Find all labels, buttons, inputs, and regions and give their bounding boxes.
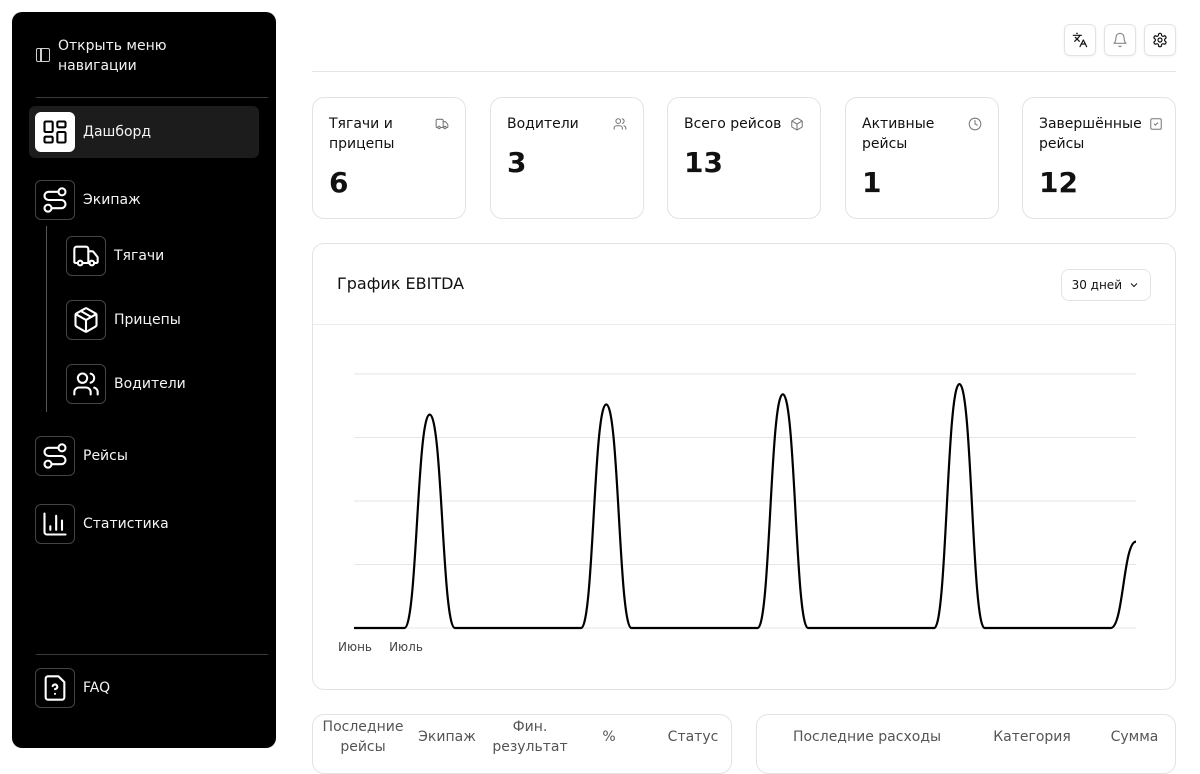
stat-title: Тягачи и прицепы	[329, 116, 395, 152]
stat-value: 3	[507, 146, 527, 179]
stat-value: 1	[862, 166, 882, 199]
file-question-icon	[35, 668, 75, 708]
sidebar-item-label: Статистика	[83, 516, 169, 532]
ebitda-chart-card: График EBITDA 30 дней Июнь Июль	[312, 243, 1176, 690]
range-select-label: 30 дней	[1071, 278, 1122, 292]
sidebar-item-trailers[interactable]: Прицепы	[66, 300, 181, 340]
bell-icon	[1112, 32, 1128, 48]
open-nav-label: Открыть меню навигации	[58, 38, 167, 74]
stat-value: 12	[1039, 166, 1078, 199]
check-square-icon	[1149, 116, 1163, 130]
translate-icon	[1072, 32, 1088, 48]
stat-title: Всего рейсов	[684, 116, 782, 132]
stat-card-completed-trips: Завершённые рейсы 12	[1022, 97, 1176, 219]
ebitda-chart: Июнь Июль	[338, 373, 1137, 654]
sidebar-divider-bottom	[36, 654, 268, 655]
sidebar-item-label: Дашборд	[83, 124, 152, 140]
column-header: Статус	[667, 729, 719, 745]
settings-button[interactable]	[1144, 24, 1176, 56]
column-header: Последние рейсы	[322, 719, 404, 755]
open-nav-toggle[interactable]: Открыть меню навигации	[36, 36, 198, 76]
sidebar-item-label: Прицепы	[114, 312, 181, 328]
sidebar-item-faq[interactable]: FAQ	[35, 668, 110, 708]
stat-title: Завершённые рейсы	[1039, 116, 1142, 152]
truck-icon	[435, 116, 449, 130]
route-icon	[35, 436, 75, 476]
sidebar-item-label: Водители	[114, 376, 186, 392]
stat-value: 6	[329, 166, 349, 199]
clock-icon	[968, 116, 982, 131]
sidebar-item-crew[interactable]: Экипаж	[35, 180, 141, 220]
range-select[interactable]: 30 дней	[1060, 269, 1151, 301]
chevron-down-icon	[1128, 279, 1140, 291]
stat-title: Водители	[507, 116, 579, 132]
stat-title: Активные рейсы	[862, 116, 935, 152]
sidebar-item-trucks[interactable]: Тягачи	[66, 236, 164, 276]
bar-chart-icon	[35, 504, 75, 544]
sidebar-item-trips[interactable]: Рейсы	[35, 436, 128, 476]
translate-button[interactable]	[1064, 24, 1096, 56]
gear-icon	[1152, 32, 1168, 48]
sidebar: Открыть меню навигации Дашборд Экипаж Тя…	[12, 12, 276, 748]
stat-value: 13	[684, 146, 723, 179]
dashboard-icon	[35, 112, 75, 152]
column-header: Последние расходы	[792, 729, 942, 745]
truck-icon	[66, 236, 106, 276]
stat-card-active-trips: Активные рейсы 1	[845, 97, 999, 219]
x-tick-label: Июнь	[338, 640, 372, 654]
column-header: Фин. результат	[492, 719, 568, 755]
users-icon	[613, 116, 627, 130]
column-header: Категория	[993, 729, 1071, 745]
sidebar-item-dashboard[interactable]: Дашборд	[29, 106, 259, 158]
sidebar-toggle-icon	[36, 48, 50, 62]
sidebar-item-label: Экипаж	[83, 192, 141, 208]
column-header: %	[602, 729, 616, 745]
sidebar-item-drivers[interactable]: Водители	[66, 364, 186, 404]
package-icon	[66, 300, 106, 340]
top-bar	[312, 24, 1176, 72]
stat-card-drivers: Водители 3	[490, 97, 644, 219]
column-header: Экипаж	[418, 729, 476, 745]
notifications-button[interactable]	[1104, 24, 1136, 56]
chart-title: График EBITDA	[337, 274, 465, 293]
users-icon	[66, 364, 106, 404]
sidebar-item-label: Рейсы	[83, 448, 128, 464]
submenu-line	[46, 226, 47, 412]
series-line	[354, 383, 1137, 630]
sidebar-item-statistics[interactable]: Статистика	[35, 504, 169, 544]
stat-card-total-trips: Всего рейсов 13	[667, 97, 821, 219]
route-icon	[35, 180, 75, 220]
recent-trips-table: Последние рейсы Экипаж Фин. результат % …	[312, 714, 732, 774]
sidebar-item-label: Тягачи	[114, 248, 165, 264]
package-icon	[790, 116, 804, 131]
recent-expenses-table: Последние расходы Категория Сумма	[756, 714, 1176, 774]
sidebar-divider-top	[36, 97, 268, 98]
column-header: Сумма	[1110, 729, 1159, 745]
x-tick-label: Июль	[389, 640, 423, 654]
stat-card-vehicles: Тягачи и прицепы 6	[312, 97, 466, 219]
sidebar-item-label: FAQ	[83, 680, 111, 696]
